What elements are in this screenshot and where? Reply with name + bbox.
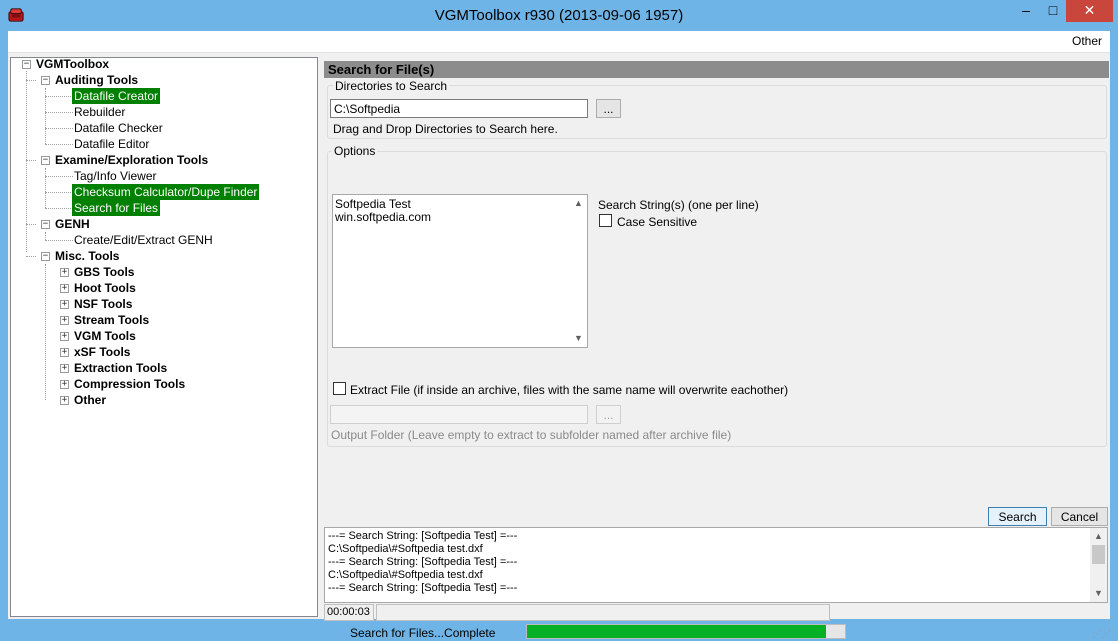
collapse-icon[interactable]: − — [41, 252, 50, 261]
log-line: ---= Search String: [Softpedia Test] =--… — [328, 556, 518, 568]
status-text: Search for Files...Complete — [350, 626, 496, 640]
scroll-down-icon[interactable]: ▼ — [1090, 585, 1107, 602]
maximize-button[interactable]: □ — [1040, 0, 1066, 22]
case-sensitive-checkbox[interactable] — [599, 214, 612, 227]
browse-directory-button[interactable]: ... — [596, 99, 621, 118]
close-button[interactable]: ✕ — [1066, 0, 1113, 22]
output-folder-hint: Output Folder (Leave empty to extract to… — [331, 428, 732, 442]
expand-icon[interactable]: + — [60, 316, 69, 325]
expand-icon[interactable]: + — [60, 364, 69, 373]
drag-drop-hint: Drag and Drop Directories to Search here… — [333, 122, 558, 136]
expand-icon[interactable]: + — [60, 284, 69, 293]
log-scrollbar[interactable]: ▲ ▼ — [1090, 528, 1107, 602]
tree-item-misc-tools[interactable]: Misc. Tools — [55, 248, 119, 264]
search-strings-label: Search String(s) (one per line) — [598, 198, 759, 212]
tree-item-datafile-checker[interactable]: Datafile Checker — [74, 120, 163, 136]
extract-file-label: Extract File (if inside an archive, file… — [350, 383, 789, 397]
directories-legend: Directories to Search — [333, 79, 450, 93]
expand-icon[interactable]: + — [60, 348, 69, 357]
scroll-thumb[interactable] — [1092, 545, 1105, 564]
tree-item-hoot-tools[interactable]: Hoot Tools — [74, 280, 136, 296]
tree-item-examine-tools[interactable]: Examine/Exploration Tools — [55, 152, 208, 168]
expand-icon[interactable]: + — [60, 268, 69, 277]
tree-item-tag-info-viewer[interactable]: Tag/Info Viewer — [74, 168, 157, 184]
log-line: C:\Softpedia\#Softpedia test.dxf — [328, 569, 483, 581]
tree-item-datafile-creator[interactable]: Datafile Creator — [72, 88, 161, 104]
search-panel: Search for File(s) Directories to Search… — [324, 57, 1111, 640]
progress-bar — [526, 624, 846, 639]
expand-icon[interactable]: + — [60, 300, 69, 309]
tool-tree[interactable]: − VGMToolbox − Auditing Tools Datafile C… — [10, 57, 318, 617]
window-title: VGMToolbox r930 (2013-09-06 1957) — [434, 7, 684, 24]
client-area: Other − VGMToolbox − Auditing Tools Data… — [8, 31, 1111, 640]
directory-input[interactable]: C:\Softpedia — [330, 99, 588, 118]
menu-other[interactable]: Other — [1072, 34, 1102, 48]
search-string-line: win.softpedia.com — [335, 210, 432, 224]
options-legend: Options — [332, 144, 378, 158]
tree-item-datafile-editor[interactable]: Datafile Editor — [74, 136, 149, 152]
textarea-scrollbar[interactable]: ▲ ▼ — [570, 195, 587, 347]
expand-icon[interactable]: + — [60, 332, 69, 341]
scroll-down-icon[interactable]: ▼ — [570, 330, 587, 347]
tree-item-xsf-tools[interactable]: xSF Tools — [74, 344, 130, 360]
search-strings-textarea[interactable]: Softpedia Test win.softpedia.com ▲ ▼ — [332, 194, 588, 348]
collapse-icon[interactable]: − — [22, 60, 31, 69]
cancel-button[interactable]: Cancel — [1051, 507, 1108, 526]
search-button[interactable]: Search — [988, 507, 1047, 526]
tree-item-other[interactable]: Other — [74, 392, 106, 408]
title-bar: VGMToolbox r930 (2013-09-06 1957) – □ ✕ — [0, 0, 1118, 31]
elapsed-time: 00:00:03 — [324, 604, 374, 621]
tree-root[interactable]: VGMToolbox — [36, 56, 109, 72]
expand-icon[interactable]: + — [60, 380, 69, 389]
menu-bar: Other — [8, 31, 1110, 53]
tree-item-checksum-calculator[interactable]: Checksum Calculator/Dupe Finder — [72, 184, 260, 200]
panel-header: Search for File(s) — [324, 61, 1109, 78]
minimize-button[interactable]: – — [1012, 0, 1040, 22]
tree-item-gbs-tools[interactable]: GBS Tools — [74, 264, 134, 280]
tree-item-stream-tools[interactable]: Stream Tools — [74, 312, 149, 328]
tree-item-compression-tools[interactable]: Compression Tools — [74, 376, 185, 392]
tree-item-genh-create[interactable]: Create/Edit/Extract GENH — [74, 232, 213, 248]
tree-item-search-for-files[interactable]: Search for Files — [72, 200, 161, 216]
collapse-icon[interactable]: − — [41, 220, 50, 229]
tree-item-rebuilder[interactable]: Rebuilder — [74, 104, 125, 120]
scroll-up-icon[interactable]: ▲ — [570, 195, 587, 212]
log-line: ---= Search String: [Softpedia Test] =--… — [328, 582, 518, 594]
expand-icon[interactable]: + — [60, 396, 69, 405]
tree-item-genh[interactable]: GENH — [55, 216, 90, 232]
resize-grip-icon[interactable]: ⋰⋰ — [1092, 629, 1111, 640]
output-folder-input[interactable] — [330, 405, 588, 424]
log-line: C:\Softpedia\#Softpedia test.dxf — [328, 543, 483, 555]
browse-output-button[interactable]: ... — [596, 405, 621, 424]
tree-item-vgm-tools[interactable]: VGM Tools — [74, 328, 136, 344]
output-log[interactable]: ---= Search String: [Softpedia Test] =--… — [324, 527, 1108, 603]
collapse-icon[interactable]: − — [41, 156, 50, 165]
timer-panel — [376, 604, 830, 621]
tree-item-nsf-tools[interactable]: NSF Tools — [74, 296, 132, 312]
log-line: ---= Search String: [Softpedia Test] =--… — [328, 530, 518, 542]
tree-item-auditing-tools[interactable]: Auditing Tools — [55, 72, 138, 88]
scroll-up-icon[interactable]: ▲ — [1090, 528, 1107, 545]
collapse-icon[interactable]: − — [41, 76, 50, 85]
extract-file-checkbox[interactable] — [333, 382, 346, 395]
case-sensitive-label: Case Sensitive — [617, 215, 698, 229]
tree-item-extraction-tools[interactable]: Extraction Tools — [74, 360, 167, 376]
